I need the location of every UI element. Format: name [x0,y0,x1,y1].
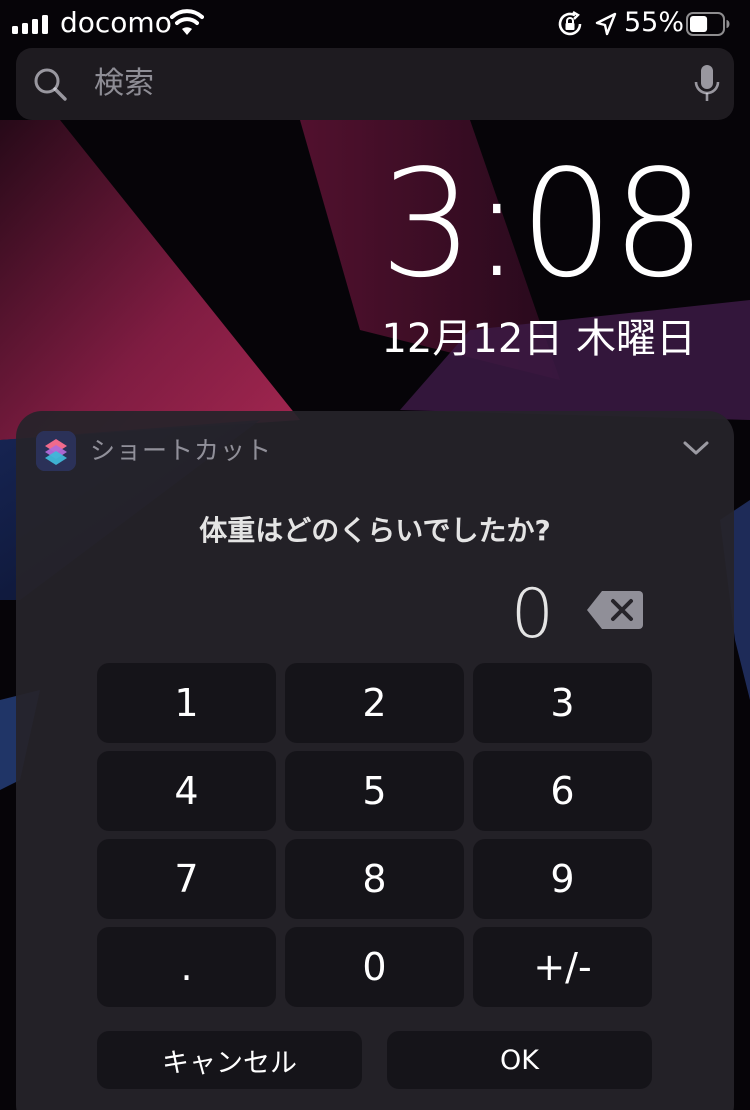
ok-button[interactable]: OK [387,1031,652,1089]
key-2[interactable]: 2 [285,663,464,743]
shortcuts-app-icon [36,431,76,471]
key-6[interactable]: 6 [473,751,652,831]
number-input-value: 0 [510,575,554,654]
lock-screen: docomo 55% 検索 3:08 12月12日 木曜日 ショートカット 体重… [0,0,750,1110]
microphone-icon[interactable] [694,64,720,104]
app-name: ショートカット [90,436,273,465]
status-bar: docomo 55% [0,0,750,46]
key-9[interactable]: 9 [473,839,652,919]
cancel-button[interactable]: キャンセル [97,1031,362,1089]
signal-icon [12,14,52,34]
chevron-down-icon[interactable] [682,439,710,457]
carrier-name: docomo [60,6,172,39]
lock-screen-time: 3:08 [379,138,706,310]
prompt-question: 体重はどのくらいでしたか? [199,514,551,547]
key-3[interactable]: 3 [473,663,652,743]
location-arrow-icon [595,12,617,36]
wifi-icon [170,9,204,35]
search-bar[interactable]: 検索 [16,48,734,120]
battery-icon [686,12,730,36]
key-1[interactable]: 1 [97,663,276,743]
rotation-lock-icon [558,10,582,36]
key-0[interactable]: 0 [285,927,464,1007]
shortcut-input-card: ショートカット 体重はどのくらいでしたか? 0 1 2 3 4 5 6 7 8 … [16,411,734,1110]
key-8[interactable]: 8 [285,839,464,919]
number-keypad: 1 2 3 4 5 6 7 8 9 . 0 +/- [97,663,653,1007]
battery-percentage: 55% [624,7,685,38]
key-decimal[interactable]: . [97,927,276,1007]
key-7[interactable]: 7 [97,839,276,919]
lock-screen-date: 12月12日 木曜日 [381,316,696,362]
search-icon [34,68,67,101]
key-4[interactable]: 4 [97,751,276,831]
key-5[interactable]: 5 [285,751,464,831]
key-plus-minus[interactable]: +/- [473,927,652,1007]
backspace-icon[interactable] [586,589,644,631]
search-placeholder: 検索 [94,66,154,101]
